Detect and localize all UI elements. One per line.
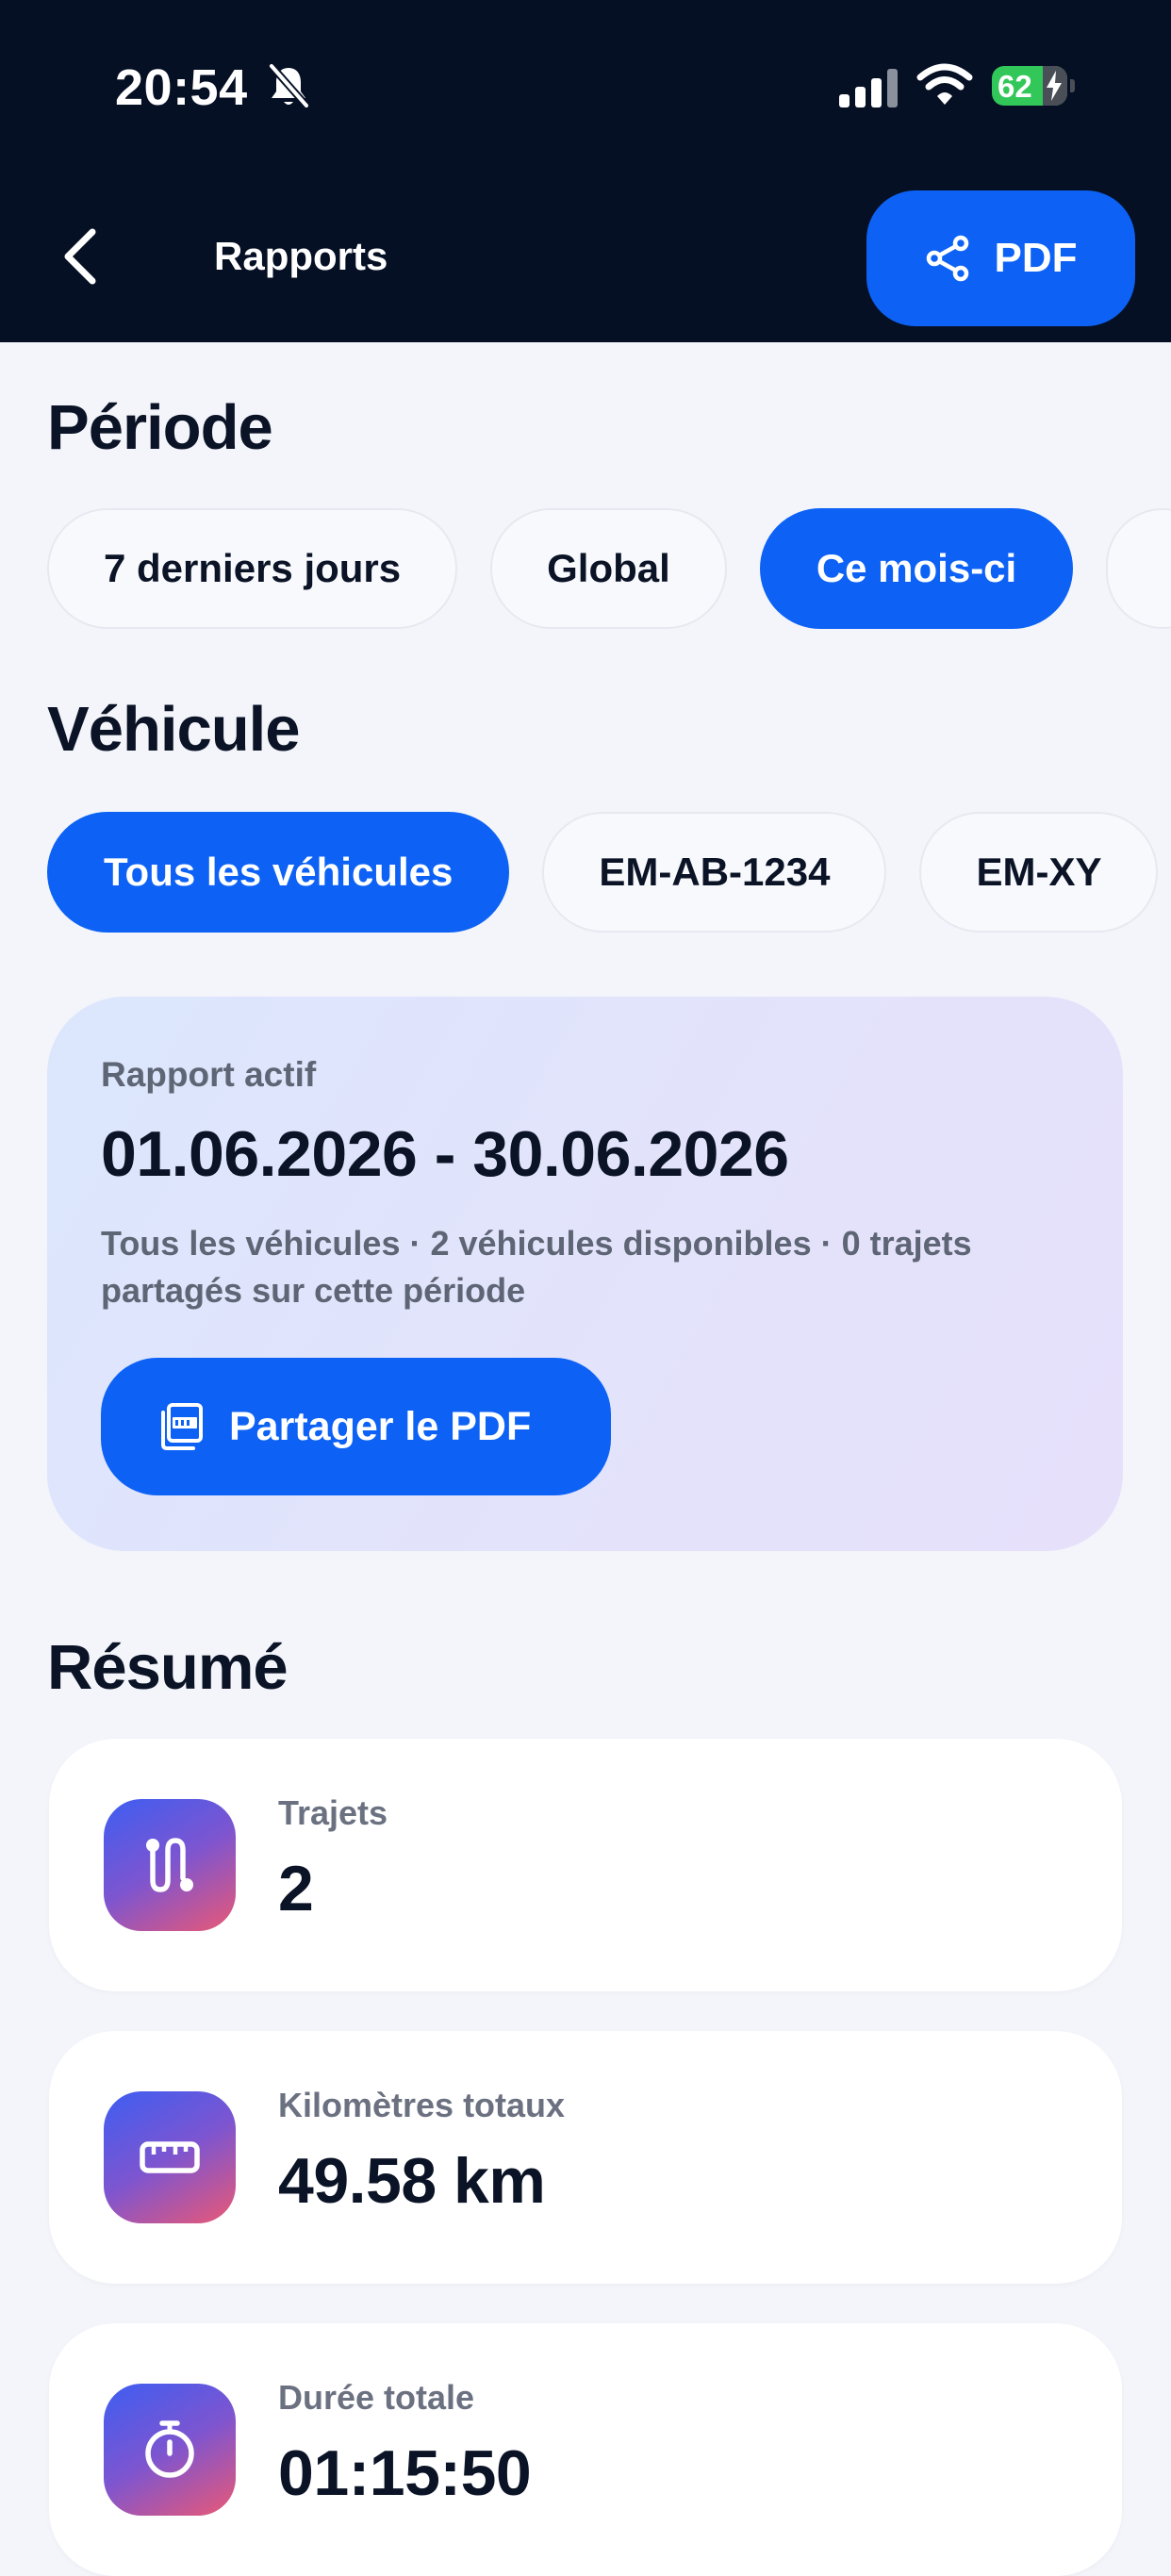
report-label: Rapport actif xyxy=(101,1055,317,1094)
vehicule-title: Véhicule xyxy=(47,694,301,765)
chip-global[interactable]: Global xyxy=(490,508,727,629)
route-icon xyxy=(146,1838,193,1892)
charging-bolt-icon xyxy=(1047,71,1062,101)
report-date-range: 01.06.2026 - 30.06.2026 xyxy=(101,1118,789,1190)
pdf-share-button[interactable]: PDF xyxy=(866,190,1135,326)
periode-chips: 7 derniers jours Global Ce mois-ci xyxy=(47,508,1171,629)
chip-7-derniers-jours[interactable]: 7 derniers jours xyxy=(47,508,458,629)
vehicule-chips: Tous les véhicules EM-AB-1234 EM-XY xyxy=(47,812,1159,933)
bell-muted-icon xyxy=(268,63,310,108)
stat-icon-trajets xyxy=(104,1799,236,1931)
stat-value: 01:15:50 xyxy=(278,2437,532,2509)
stat-value: 2 xyxy=(278,1853,314,1924)
resume-title: Résumé xyxy=(47,1632,289,1703)
report-description: Tous les véhicules · 2 véhicules disponi… xyxy=(101,1224,972,1310)
stat-card-kilometres: Kilomètres totaux 49.58 km xyxy=(49,2031,1122,2284)
battery-level: 62 xyxy=(998,69,1032,104)
active-report-card: Rapport actif 01.06.2026 - 30.06.2026 To… xyxy=(47,997,1123,1551)
periode-title: Période xyxy=(47,392,273,463)
status-time: 20:54 xyxy=(115,59,248,116)
stopwatch-icon xyxy=(145,2420,194,2478)
stat-label: Durée totale xyxy=(278,2378,475,2417)
chip-em-ab-1234[interactable]: EM-AB-1234 xyxy=(542,812,887,933)
chip-em-xy[interactable]: EM-XY xyxy=(919,812,1159,933)
stat-value: 49.58 km xyxy=(278,2145,546,2217)
chip-tous-les-vehicules[interactable]: Tous les véhicules xyxy=(47,812,510,933)
battery-indicator: 62 xyxy=(992,66,1067,106)
wifi-icon xyxy=(916,63,973,105)
stat-icon-duree xyxy=(104,2384,236,2516)
share-pdf-label: Partager le PDF xyxy=(229,1403,532,1449)
ruler-icon xyxy=(140,2141,200,2173)
battery-cap xyxy=(1070,79,1075,92)
cellular-signal-icon xyxy=(839,69,898,107)
back-button[interactable] xyxy=(47,219,123,294)
stat-card-duree: Durée totale 01:15:50 xyxy=(49,2323,1122,2576)
share-pdf-button[interactable]: Partager le PDF xyxy=(101,1358,611,1495)
pdf-file-icon xyxy=(161,1403,203,1450)
chevron-left-icon xyxy=(64,228,96,285)
stat-card-trajets: Trajets 2 xyxy=(49,1739,1122,1991)
chip-ce-mois-ci[interactable]: Ce mois-ci xyxy=(759,508,1074,629)
stat-icon-kilometres xyxy=(104,2091,236,2223)
share-icon xyxy=(926,235,968,282)
stat-label: Kilomètres totaux xyxy=(278,2086,566,2124)
chip-more[interactable] xyxy=(1106,508,1171,629)
page-title: Rapports xyxy=(214,234,388,278)
pdf-button-label: PDF xyxy=(994,235,1078,281)
stat-label: Trajets xyxy=(278,1793,388,1832)
top-bar: 20:54 62 Rapports PDF xyxy=(0,0,1171,342)
